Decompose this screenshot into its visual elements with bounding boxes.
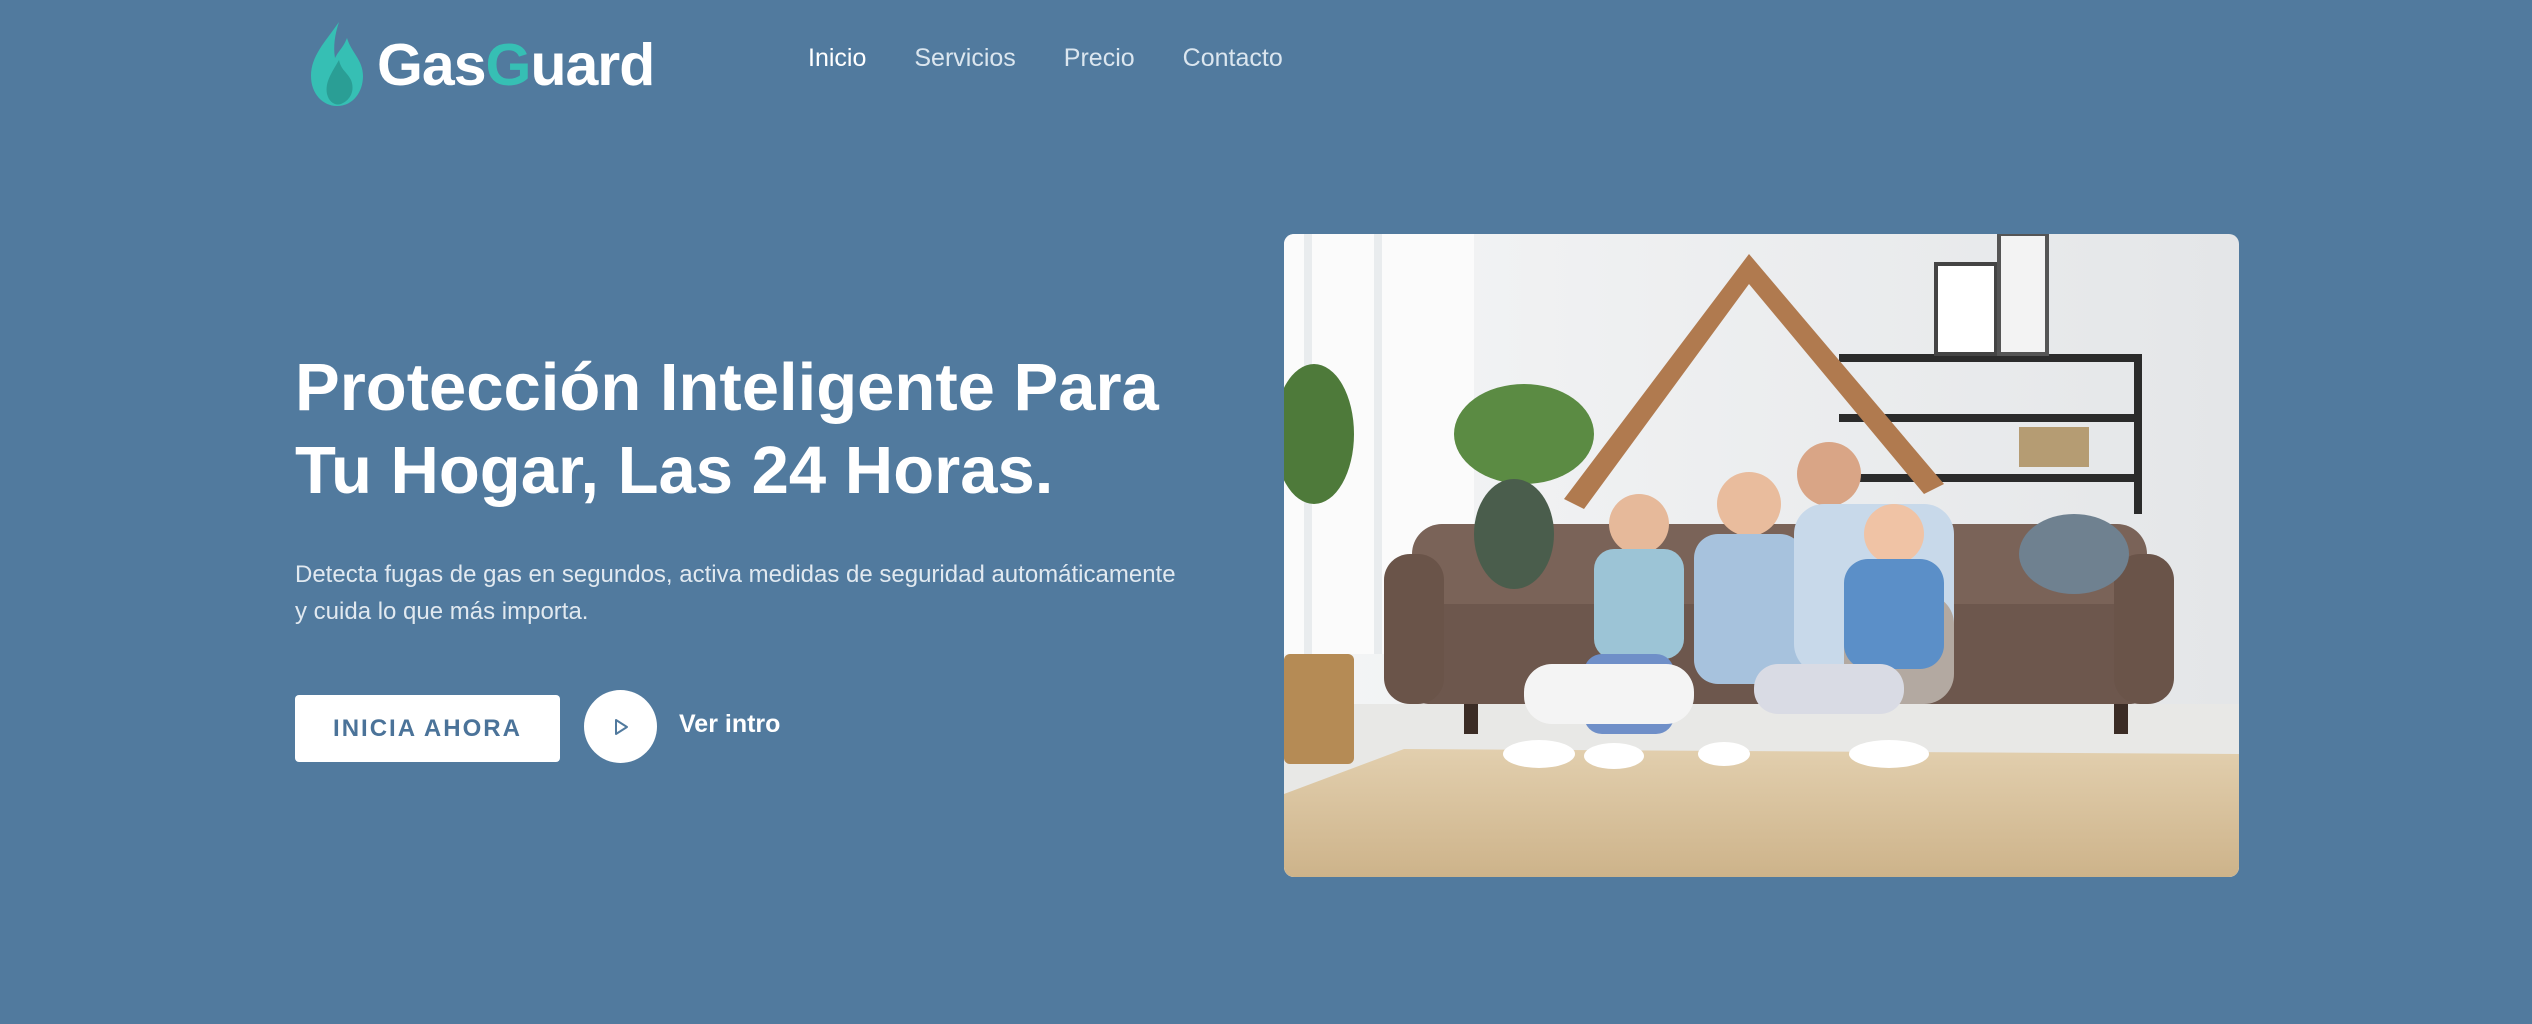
hero-family-image	[1284, 234, 2239, 877]
play-icon	[614, 718, 628, 735]
hero-title-line1: Protección Inteligente Para	[295, 350, 1159, 425]
site-header: GasGuard	[305, 20, 655, 110]
nav-item-contacto[interactable]: Contacto	[1183, 44, 1283, 73]
main-nav: Inicio Servicios Precio Contacto	[808, 44, 1331, 73]
flame-icon	[311, 22, 363, 106]
family-photo-illustration	[1284, 234, 2239, 877]
brand-name: GasGuard	[377, 32, 655, 98]
hero-title-line2: Tu Hogar, Las 24 Horas.	[295, 433, 1054, 508]
hero-title: Protección Inteligente Para Tu Hogar, La…	[295, 346, 1275, 512]
hero-subtitle-line1: Detecta fugas de gas en segundos, activa…	[295, 561, 1176, 588]
hero-subtitle-line2: y cuida lo que más importa.	[295, 598, 589, 625]
nav-item-servicios[interactable]: Servicios	[914, 44, 1015, 73]
nav-item-inicio[interactable]: Inicio	[808, 44, 866, 73]
hero-subtitle: Detecta fugas de gas en segundos, activa…	[295, 556, 1255, 630]
intro-link[interactable]: Ver intro	[679, 710, 780, 739]
play-intro-button[interactable]	[584, 690, 657, 763]
start-now-button[interactable]: INICIA AHORA	[295, 695, 560, 762]
logo[interactable]: GasGuard	[305, 20, 655, 110]
nav-item-precio[interactable]: Precio	[1064, 44, 1135, 73]
